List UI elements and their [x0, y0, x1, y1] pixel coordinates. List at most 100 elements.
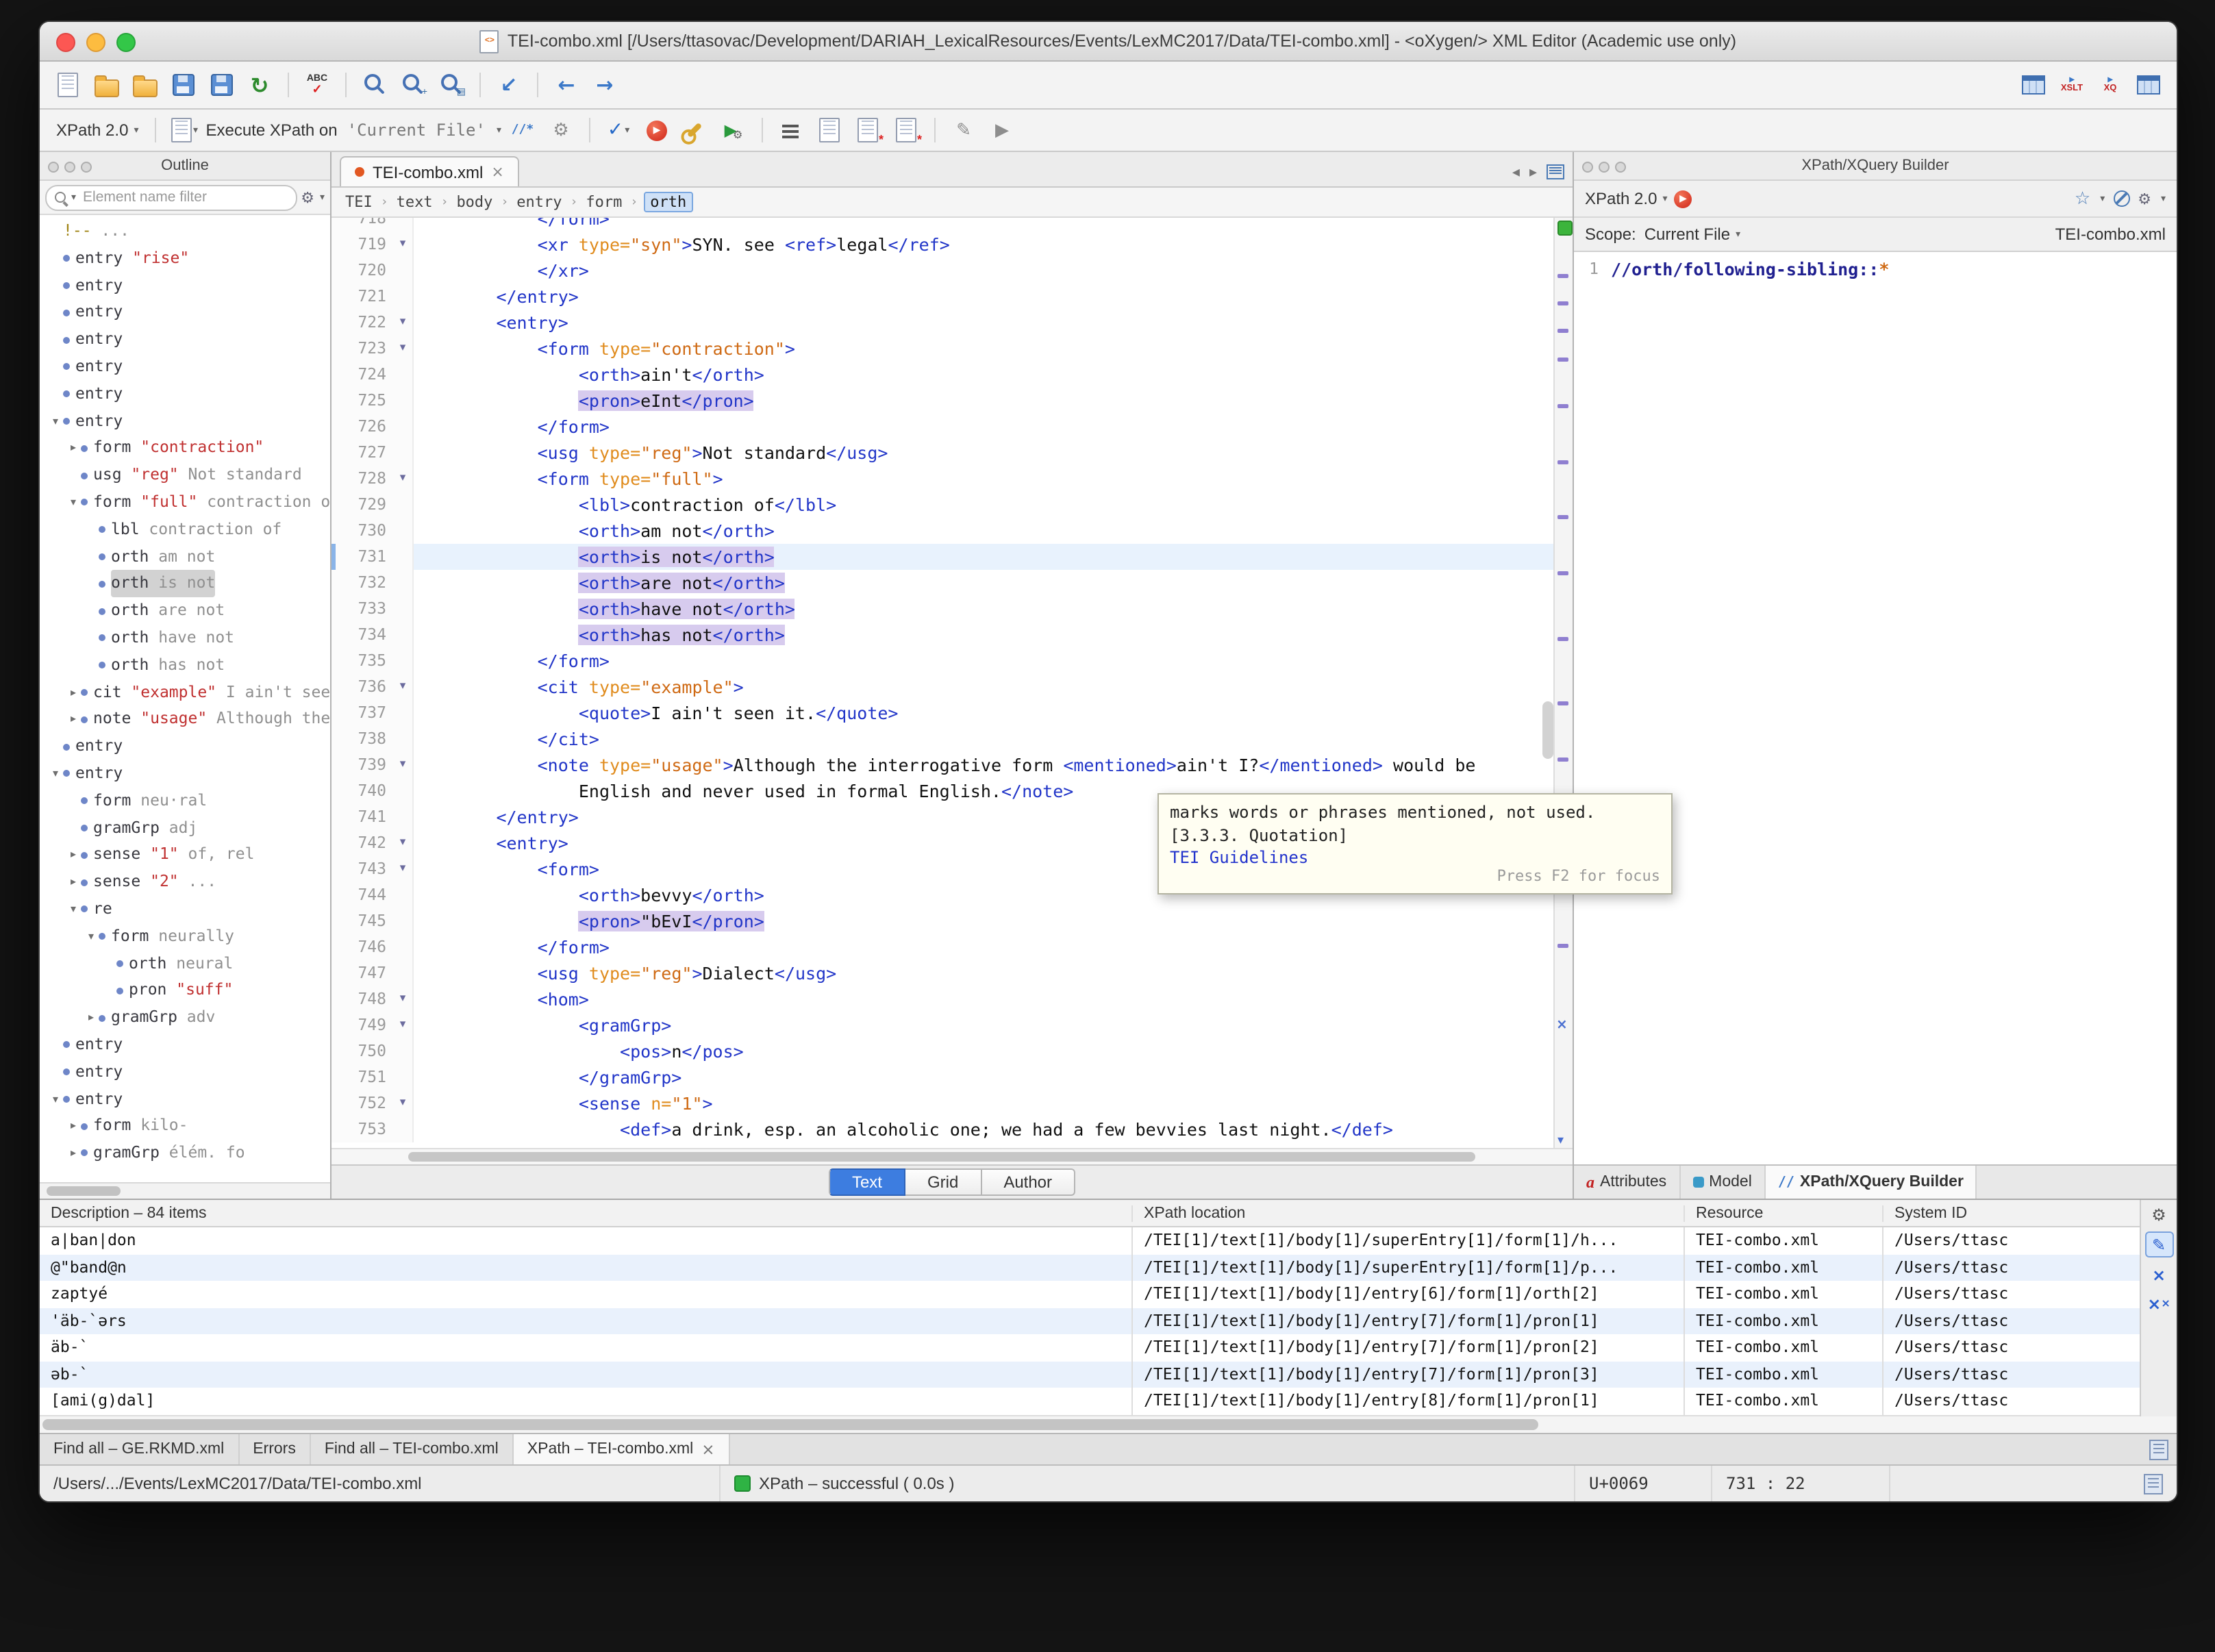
execute-xpath-button[interactable]: ▶ — [1674, 190, 1692, 208]
select-mode-button[interactable]: ▶ — [985, 115, 1019, 145]
code-area[interactable]: 718 </form>719▾ <xr type="syn">SYN. see … — [331, 218, 1573, 1148]
open-url-button[interactable] — [127, 70, 162, 100]
results-edit-button[interactable]: ✎ — [2144, 1231, 2173, 1257]
save-all-button[interactable] — [204, 70, 238, 100]
code-line-751[interactable]: 751 </gramGrp> — [331, 1064, 1555, 1090]
fold-marker-icon[interactable]: ▾ — [393, 674, 414, 700]
bottom-tab-3[interactable]: Find all – TEI-combo.xml — [311, 1434, 514, 1464]
editor-hscrollbar[interactable] — [331, 1148, 1573, 1164]
apply-transformation-button[interactable]: ▶ — [640, 115, 674, 145]
outline-item-form[interactable]: form neu·ral — [40, 787, 330, 814]
code-line-750[interactable]: 750 <pos>n</pos> — [331, 1038, 1555, 1064]
code-line-719[interactable]: 719▾ <xr type="syn">SYN. see <ref>legal<… — [331, 231, 1555, 258]
outline-item-entry[interactable]: entry — [40, 299, 330, 327]
fold-marker-icon[interactable]: ▾ — [393, 830, 414, 856]
expand-arrow-icon[interactable]: ▸ — [66, 679, 81, 706]
outline-item-orth[interactable]: orth neural — [40, 950, 330, 977]
bottom-tab-2[interactable]: Errors — [239, 1434, 311, 1464]
scope-select[interactable]: Current File ▾ — [1644, 225, 1740, 244]
code-line-729[interactable]: 729 <lbl>contraction of</lbl> — [331, 492, 1555, 518]
breadcrumb-item-text[interactable]: text — [394, 193, 436, 211]
tab-scroll-left-icon[interactable]: ◂ — [1512, 163, 1520, 181]
find-replace-button[interactable]: + — [396, 70, 430, 100]
title-bar[interactable]: <> TEI-combo.xml [/Users/ttasovac/Develo… — [40, 22, 2177, 62]
outline-item-sense[interactable]: ▸sense "1" of, rel — [40, 842, 330, 869]
view-button-text[interactable]: Text — [829, 1168, 905, 1196]
fold-marker-icon[interactable]: ▾ — [393, 466, 414, 492]
outline-item-note[interactable]: ▸note "usage" Although the interrogative… — [40, 706, 330, 734]
debug-xslt-button[interactable]: ▸XSLT — [2055, 70, 2089, 100]
code-line-752[interactable]: 752▾ <sense n="1"> — [331, 1090, 1555, 1116]
outline-item-entry[interactable]: entry — [40, 381, 330, 408]
code-line-720[interactable]: 720 </xr> — [331, 258, 1555, 284]
spell-check-button[interactable]: ABC✓ — [300, 70, 334, 100]
expand-arrow-icon[interactable]: ▸ — [66, 1140, 81, 1167]
code-line-749[interactable]: 749▾ <gramGrp> — [331, 1012, 1555, 1038]
error-mark-icon[interactable]: × — [1556, 1018, 1568, 1033]
highlight-mark[interactable] — [1557, 273, 1568, 277]
column-description[interactable]: Description – 84 items — [40, 1205, 1131, 1221]
code-line-728[interactable]: 728▾ <form type="full"> — [331, 466, 1555, 492]
highlight-mark[interactable] — [1557, 571, 1568, 575]
code-line-731[interactable]: 731 <orth>is not</orth> — [331, 544, 1555, 570]
outline-item-form[interactable]: ▾form "full" contraction of — [40, 489, 330, 516]
outline-item-form[interactable]: ▸form kilo- — [40, 1113, 330, 1140]
collapse-arrow-icon[interactable]: ▾ — [48, 760, 63, 788]
bottom-tab-1[interactable]: Find all – GE.RKMD.xml — [40, 1434, 239, 1464]
result-row[interactable]: a|ban|don/TEI[1]/text[1]/body[1]/superEn… — [40, 1227, 2177, 1254]
debug-xquery-button[interactable]: ▸XQ — [2093, 70, 2127, 100]
xpath-expression-editor[interactable]: 1 //orth/following-sibling::* — [1574, 252, 2177, 1164]
collapse-arrow-icon[interactable]: ▾ — [48, 1086, 63, 1113]
bottom-tab-4[interactable]: XPath – TEI-combo.xml× — [514, 1434, 730, 1464]
expand-arrow-icon[interactable]: ▸ — [66, 868, 81, 896]
result-row[interactable]: 'äb-`ərs/TEI[1]/text[1]/body[1]/entry[7]… — [40, 1307, 2177, 1334]
highlight-mark[interactable] — [1557, 758, 1568, 762]
xpath-version-select[interactable]: XPath 2.0 ▾ — [51, 118, 144, 142]
favorites-star-icon[interactable]: ☆ — [2075, 188, 2090, 209]
highlight-mark[interactable] — [1557, 358, 1568, 362]
perspective-editor-button[interactable] — [2016, 70, 2051, 100]
outline-item-gramGrp[interactable]: ▸gramGrp élém. fo — [40, 1140, 330, 1167]
column-resource[interactable]: Resource — [1684, 1205, 1882, 1221]
outline-item-sense[interactable]: ▸sense "2" ... — [40, 868, 330, 896]
highlight-mark[interactable] — [1557, 701, 1568, 705]
xpath-settings-button[interactable]: ⚙ — [544, 115, 578, 145]
close-tab-icon[interactable]: × — [491, 163, 503, 181]
fold-marker-icon[interactable]: ▾ — [393, 231, 414, 258]
reload-button[interactable]: ↻ — [242, 70, 277, 100]
search-button[interactable] — [358, 70, 392, 100]
fold-marker-icon[interactable]: ▾ — [393, 752, 414, 778]
result-row[interactable]: əb-`/TEI[1]/text[1]/body[1]/entry[7]/for… — [40, 1361, 2177, 1388]
breadcrumb-item-orth[interactable]: orth — [643, 192, 693, 212]
outline-item-entry[interactable]: entry — [40, 326, 330, 353]
scrollbar-thumb[interactable] — [408, 1152, 1475, 1162]
outline-hscrollbar[interactable] — [40, 1182, 330, 1199]
outline-item-gramGrp[interactable]: ▸gramGrp adv — [40, 1004, 330, 1031]
code-line-718[interactable]: 718 </form> — [331, 218, 1555, 231]
code-line-753[interactable]: 753 <def>a drink, esp. an alcoholic one;… — [331, 1116, 1555, 1142]
result-row[interactable]: @"band@n/TEI[1]/text[1]/body[1]/superEnt… — [40, 1254, 2177, 1281]
xpath-history-button[interactable]: ▾ — [167, 115, 201, 145]
highlight-mark[interactable] — [1557, 516, 1568, 520]
outline-item-orth[interactable]: orth is not — [40, 571, 330, 598]
outline-item-gramGrp[interactable]: gramGrp adj — [40, 814, 330, 842]
results-settings-button[interactable]: ⚙ — [2146, 1203, 2172, 1226]
code-line-748[interactable]: 748▾ <hom> — [331, 986, 1555, 1012]
configure-transformation-button[interactable] — [678, 115, 712, 145]
expand-arrow-icon[interactable]: ▸ — [66, 1113, 81, 1140]
chevron-down-icon[interactable]: ▾ — [2100, 193, 2105, 204]
fold-marker-icon[interactable]: ▾ — [393, 1012, 414, 1038]
validation-status-ok-icon[interactable] — [1557, 221, 1572, 236]
breadcrumb-item-body[interactable]: body — [453, 193, 495, 211]
expand-arrow-icon[interactable]: ▸ — [84, 1004, 99, 1031]
highlight-mark[interactable] — [1557, 301, 1568, 305]
code-line-726[interactable]: 726 </form> — [331, 414, 1555, 440]
column-system-id[interactable]: System ID — [1882, 1205, 2177, 1221]
code-line-736[interactable]: 736▾ <cit type="example"> — [331, 674, 1555, 700]
outline-item-form[interactable]: ▾form neurally — [40, 923, 330, 950]
view-button-author[interactable]: Author — [981, 1168, 1075, 1196]
format-indent-button[interactable] — [774, 115, 808, 145]
find-in-files-button[interactable]: ▤ — [434, 70, 468, 100]
code-line-733[interactable]: 733 <orth>have not</orth> — [331, 596, 1555, 622]
xpath-builder-version-select[interactable]: XPath 2.0 ▾ — [1585, 189, 1667, 208]
